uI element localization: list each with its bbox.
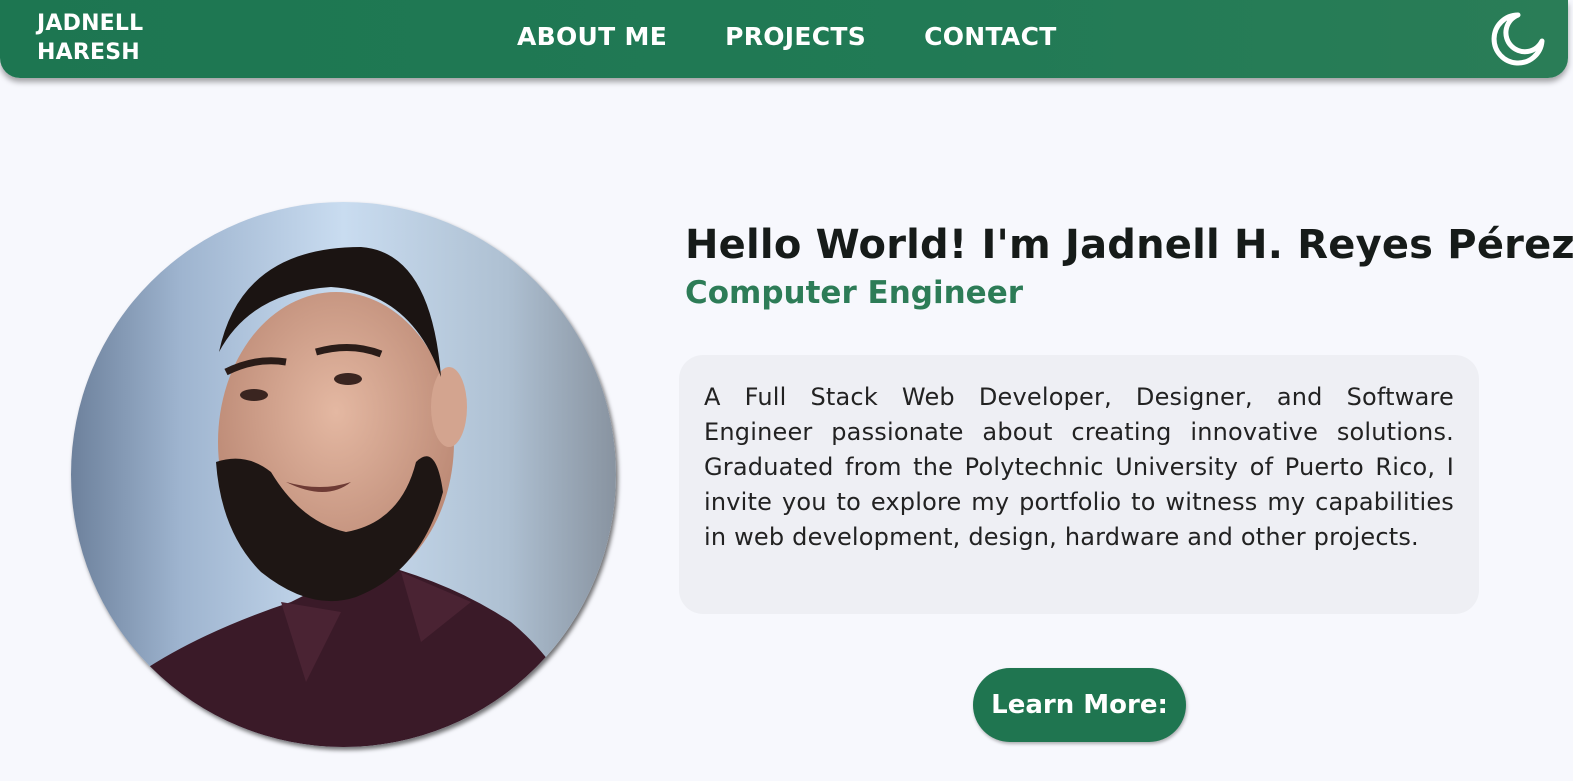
top-navbar: JADNELL HARESH ABOUT ME PROJECTS CONTACT (0, 0, 1568, 78)
profile-photo (71, 202, 616, 747)
theme-toggle-button[interactable] (1488, 9, 1548, 69)
nav-link-projects[interactable]: PROJECTS (725, 22, 866, 51)
bio-text: A Full Stack Web Developer, Designer, an… (704, 383, 1454, 551)
bio-card: A Full Stack Web Developer, Designer, an… (679, 355, 1479, 614)
hero-role: Computer Engineer (685, 275, 1024, 311)
learn-more-button[interactable]: Learn More: (973, 668, 1186, 742)
nav-link-about-me[interactable]: ABOUT ME (517, 22, 667, 51)
hero-greeting: Hello World! I'm Jadnell H. Reyes Pérez (685, 222, 1573, 268)
moon-icon (1491, 12, 1545, 66)
nav-link-contact[interactable]: CONTACT (924, 22, 1056, 51)
brand-line-2: HARESH (37, 40, 140, 65)
brand-line-1: JADNELL (37, 11, 144, 36)
nav-links: ABOUT ME PROJECTS CONTACT (517, 22, 1057, 51)
brand-logo[interactable]: JADNELL HARESH (37, 9, 143, 67)
